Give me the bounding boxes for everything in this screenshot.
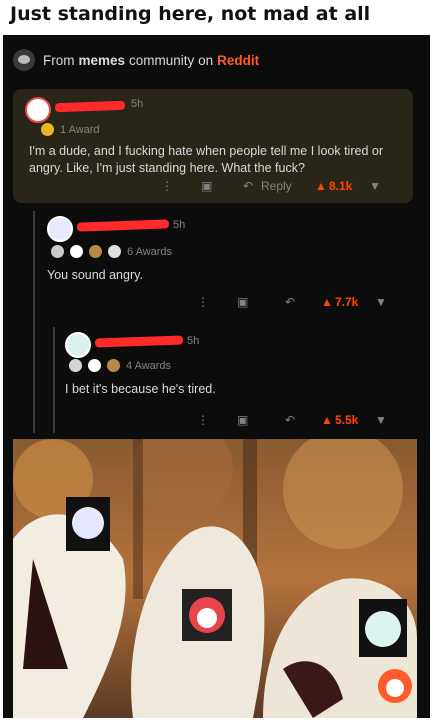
comment-actions: ⋮ ▣ ↶ Reply ▲ 8.1k ▼ bbox=[161, 179, 381, 193]
community-name[interactable]: memes bbox=[79, 53, 126, 68]
highlighted-comment: 5h 1 Award I'm a dude, and I fucking hat… bbox=[13, 89, 413, 203]
upvote-icon[interactable]: ▲ bbox=[315, 179, 329, 193]
award-icon bbox=[69, 359, 82, 372]
avatar[interactable] bbox=[47, 216, 73, 242]
header-middle: community on bbox=[129, 52, 214, 68]
comment-text: You sound angry. bbox=[47, 268, 143, 282]
more-options-icon[interactable]: ⋮ bbox=[197, 413, 237, 427]
award-button-icon[interactable]: ▣ bbox=[237, 295, 285, 309]
avatar[interactable] bbox=[25, 97, 51, 123]
comment-age: 5h bbox=[173, 219, 186, 231]
downvote-icon[interactable]: ▼ bbox=[369, 179, 381, 193]
reply-arrow-icon[interactable]: ↶ bbox=[285, 295, 321, 309]
post-caption: Just standing here, not mad at all bbox=[10, 3, 371, 25]
award-icon bbox=[51, 245, 64, 258]
reply-arrow-icon[interactable]: ↶ bbox=[243, 179, 261, 193]
thread-line[interactable] bbox=[33, 211, 35, 433]
community-header: From memes community on Reddit bbox=[13, 47, 259, 73]
award-button-icon[interactable]: ▣ bbox=[237, 413, 285, 427]
awards-label: 4 Awards bbox=[126, 359, 172, 372]
site-name[interactable]: Reddit bbox=[217, 53, 259, 68]
community-logo-icon bbox=[13, 49, 35, 71]
upvote-icon[interactable]: ▲ bbox=[321, 295, 335, 309]
vote-score: 5.5k bbox=[335, 413, 359, 427]
award-icon bbox=[108, 245, 121, 258]
vote-score: 8.1k bbox=[329, 179, 353, 193]
comment-actions: ⋮ ▣ ↶ ▲ 7.7k ▼ bbox=[197, 295, 387, 309]
awards-row: 4 Awards bbox=[69, 359, 171, 372]
vote-score: 7.7k bbox=[335, 295, 359, 309]
comment-age: 5h bbox=[187, 335, 200, 347]
award-icon bbox=[107, 359, 120, 372]
awards-row: 6 Awards bbox=[51, 245, 172, 258]
wolves-meme-image bbox=[13, 439, 417, 718]
more-options-icon[interactable]: ⋮ bbox=[161, 179, 201, 193]
redacted-username bbox=[76, 219, 170, 232]
award-icon bbox=[70, 245, 83, 258]
awards-row: 1 Award bbox=[41, 123, 100, 136]
award-icon bbox=[89, 245, 102, 258]
comment-text: I'm a dude, and I fucking hate when peop… bbox=[29, 144, 383, 175]
award-icon bbox=[88, 359, 101, 372]
reddit-screenshot: From memes community on Reddit 5h 1 Awar… bbox=[3, 35, 430, 718]
upvote-icon[interactable]: ▲ bbox=[321, 413, 335, 427]
reply-arrow-icon[interactable]: ↶ bbox=[285, 413, 321, 427]
comment-age: 5h bbox=[131, 98, 144, 110]
comment-actions: ⋮ ▣ ↶ ▲ 5.5k ▼ bbox=[197, 413, 387, 427]
downvote-icon[interactable]: ▼ bbox=[375, 413, 387, 427]
more-options-icon[interactable]: ⋮ bbox=[197, 295, 237, 309]
award-icon bbox=[41, 123, 54, 136]
header-prefix: From bbox=[43, 52, 75, 68]
redacted-username bbox=[54, 100, 126, 113]
awards-label: 6 Awards bbox=[127, 245, 173, 258]
redacted-username bbox=[94, 335, 184, 348]
avatar[interactable] bbox=[65, 332, 91, 358]
wolves-illustration bbox=[13, 439, 417, 718]
award-button-icon[interactable]: ▣ bbox=[201, 179, 243, 193]
awards-label: 1 Award bbox=[60, 123, 100, 136]
reply-button[interactable]: Reply bbox=[261, 179, 315, 193]
comment-text: I bet it's because he's tired. bbox=[65, 382, 216, 396]
downvote-icon[interactable]: ▼ bbox=[375, 295, 387, 309]
thread-line[interactable] bbox=[53, 327, 55, 433]
